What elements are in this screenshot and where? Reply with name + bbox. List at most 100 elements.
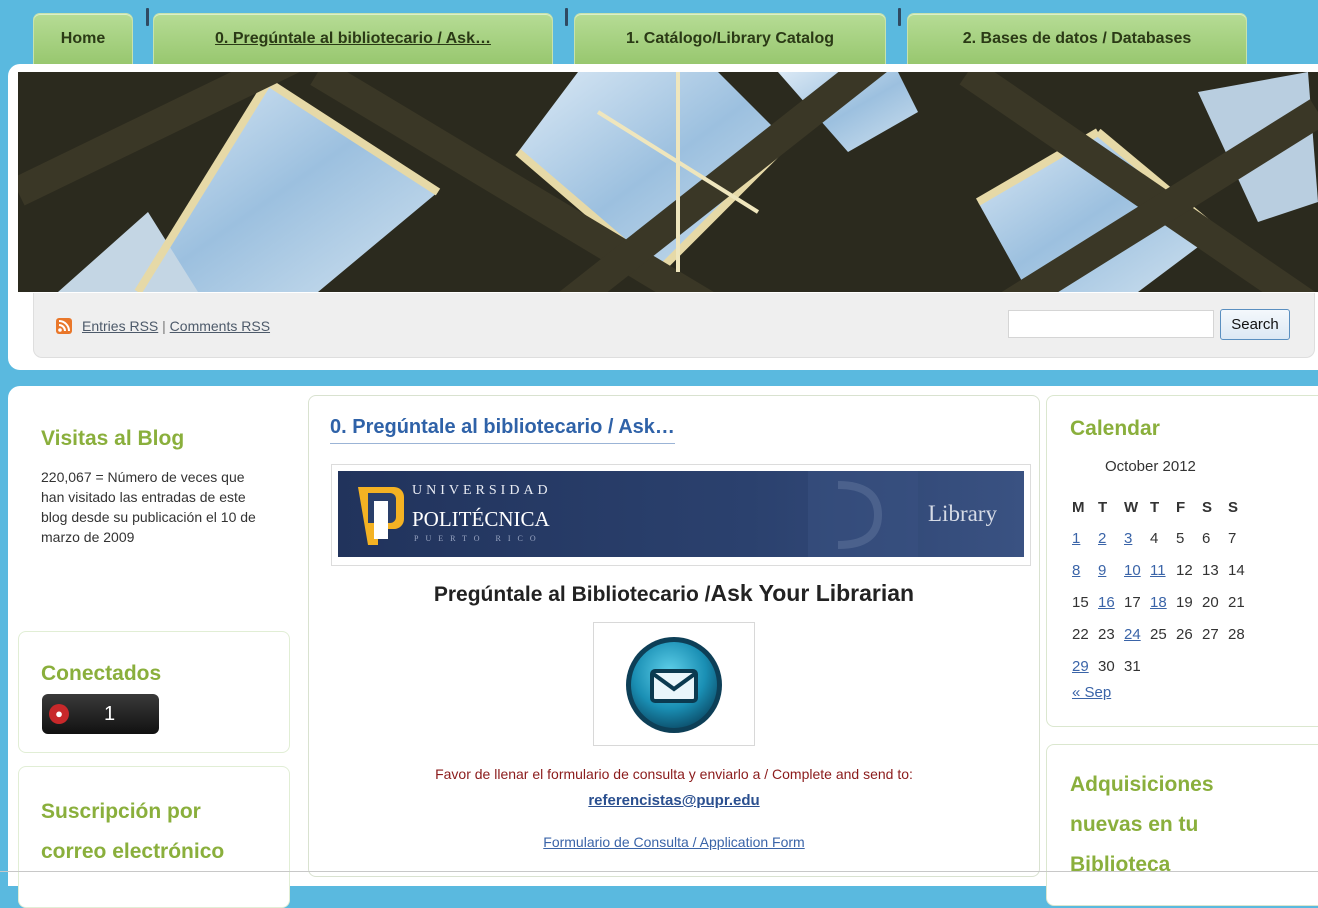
rss-feed-icon — [56, 318, 72, 334]
calendar-prev-month-link[interactable]: « Sep — [1072, 684, 1111, 701]
calendar-day: 25 — [1150, 625, 1167, 643]
calendar-weekday: S — [1202, 498, 1213, 516]
calendar-day[interactable]: 18 — [1150, 586, 1176, 618]
search-button[interactable]: Search — [1220, 309, 1290, 340]
calendar-prev-wrapper: « Sep — [1072, 684, 1111, 701]
calendar-day: 4 — [1150, 529, 1159, 547]
calendar-day[interactable]: 16 — [1098, 586, 1124, 618]
acquisitions-widget: Adquisiciones nuevas en tu Biblioteca — [1046, 744, 1318, 906]
logo-word-puerto-rico: PUERTO RICO — [414, 534, 543, 543]
acquisitions-widget-title[interactable]: Adquisiciones nuevas en tu Biblioteca — [1070, 765, 1270, 885]
calendar-day: 26 — [1176, 625, 1193, 643]
calendar-day: 6 — [1202, 529, 1211, 547]
logo-word-library: Library — [928, 501, 997, 526]
calendar-weekday: F — [1176, 498, 1186, 516]
tab-databases-label: 2. Bases de datos / Databases — [962, 30, 1192, 47]
header-panel: Entries RSS | Comments RSS Search — [8, 64, 1318, 370]
calendar-week-row: 1 2 3 4567 — [1072, 522, 1254, 554]
calendar-day: 19 — [1176, 593, 1193, 611]
calendar-body: 1 2 3 4 5 6 7 8 9 10 11 12 13 14 15 16 17 18 19 20 21 22 23 24 2… — [1072, 522, 1254, 682]
bottom-divider — [0, 871, 1318, 872]
tab-library-catalog[interactable]: 1. Catálogo/Library Catalog — [574, 13, 886, 64]
post-title[interactable]: 0. Pregúntale al bibliotecario / Ask… — [330, 416, 675, 444]
calendar-day[interactable]: 2 — [1098, 522, 1124, 554]
calendar-day: 28 — [1228, 625, 1245, 643]
ask-heading-english: Ask Your Librarian — [710, 580, 915, 606]
calendar-day-link[interactable]: 10 — [1124, 562, 1141, 579]
rss-separator: | — [162, 318, 166, 334]
calendar-week-row: 15 16 17 18 19 20 21 — [1072, 586, 1254, 618]
online-widget-title: Conectados — [41, 662, 162, 685]
entries-rss-link[interactable]: Entries RSS — [82, 318, 158, 334]
calendar-widget-title: Calendar — [1070, 417, 1160, 440]
calendar-day-link[interactable]: 3 — [1124, 530, 1132, 547]
mail-image-frame[interactable] — [593, 622, 755, 746]
calendar-day[interactable]: 8 — [1072, 554, 1098, 586]
envelope-icon — [626, 637, 722, 733]
tab-home-label: Home — [60, 30, 106, 47]
calendar-day: 17 — [1124, 593, 1141, 611]
calendar-day: 15 — [1072, 593, 1089, 611]
calendar-day: 23 — [1098, 625, 1115, 643]
calendar-day-link[interactable]: 29 — [1072, 658, 1089, 675]
application-form-link[interactable]: Formulario de Consulta / Application For… — [543, 834, 804, 850]
calendar-weekday-row: MTWTFSS — [1072, 492, 1254, 522]
calendar-day-link[interactable]: 24 — [1124, 626, 1141, 643]
calendar-week-row: 22 23 24 25 26 27 28 — [1072, 618, 1254, 650]
calendar-day[interactable]: 9 — [1098, 554, 1124, 586]
calendar-day: 20 — [1202, 593, 1219, 611]
calendar-day-link[interactable]: 1 — [1072, 530, 1080, 547]
post-card: 0. Pregúntale al bibliotecario / Ask… UN… — [308, 395, 1040, 877]
reference-email-link[interactable]: referencistas@pupr.edu — [588, 792, 759, 809]
online-person-icon: ● — [49, 704, 69, 724]
calendar-day: 30 — [1098, 657, 1115, 675]
calendar-day-link[interactable]: 18 — [1150, 594, 1167, 611]
calendar-day: 13 — [1202, 561, 1219, 579]
calendar-month: October 2012 — [1105, 458, 1196, 475]
calendar-day: 7 — [1228, 529, 1237, 547]
calendar-day: 14 — [1228, 561, 1245, 579]
calendar-week-row: 29 30 31 — [1072, 650, 1254, 682]
logo-word-politecnica: POLITÉCNICA — [412, 507, 550, 531]
tab-home[interactable]: Home — [33, 13, 133, 64]
calendar-weekday: T — [1098, 498, 1108, 516]
consult-instructions: Favor de llenar el formulario de consult… — [435, 766, 913, 782]
calendar-day[interactable]: 24 — [1124, 618, 1150, 650]
calendar-day: 22 — [1072, 625, 1089, 643]
form-link-wrapper: Formulario de Consulta / Application For… — [309, 834, 1039, 850]
header-banner-image — [18, 72, 1318, 292]
calendar-day-link[interactable]: 11 — [1150, 562, 1166, 579]
visits-text: 220,067 = Número de veces que han visita… — [41, 469, 256, 545]
calendar-day-link[interactable]: 9 — [1098, 562, 1106, 579]
online-count: 1 — [104, 703, 116, 725]
visits-widget-title: Visitas al Blog — [41, 427, 185, 450]
calendar-day: 5 — [1176, 529, 1185, 547]
ask-librarian-heading: Pregúntale al Bibliotecario /Ask Your Li… — [309, 580, 1039, 607]
logo-word-universidad: UNIVERSIDAD — [412, 483, 552, 498]
tab-library-catalog-label: 1. Catálogo/Library Catalog — [625, 30, 835, 47]
upr-logo-banner: UNIVERSIDAD POLITÉCNICA PUERTO RICO Libr… — [338, 471, 1024, 557]
calendar-day[interactable]: 1 — [1072, 522, 1098, 554]
tab-ask-librarian[interactable]: 0. Pregúntale al bibliotecario / Ask… — [153, 13, 553, 64]
calendar-weekday: S — [1228, 498, 1239, 516]
calendar-day: 21 — [1228, 593, 1245, 611]
tab-divider — [565, 8, 568, 26]
search-input[interactable] — [1008, 310, 1214, 338]
calendar-day[interactable]: 29 — [1072, 650, 1098, 682]
content-area: Visitas al Blog 220,067 = Número de vece… — [8, 386, 1318, 908]
calendar-day-link[interactable]: 16 — [1098, 594, 1115, 611]
comments-rss-link[interactable]: Comments RSS — [170, 318, 270, 334]
calendar-weekday: M — [1072, 498, 1085, 516]
rss-links: Entries RSS | Comments RSS — [82, 318, 270, 334]
skylight-illustration — [18, 72, 1318, 292]
calendar-day[interactable]: 11 — [1150, 554, 1176, 586]
ask-heading-spanish: Pregúntale al Bibliotecario / — [433, 583, 711, 606]
calendar-week-row: 8 9 10 11 12 13 14 — [1072, 554, 1254, 586]
tab-databases[interactable]: 2. Bases de datos / Databases — [907, 13, 1247, 64]
calendar-day-link[interactable]: 8 — [1072, 562, 1080, 579]
calendar-widget: Calendar October 2012 MTWTFSS 1234567891… — [1046, 395, 1318, 727]
tab-divider — [898, 8, 901, 26]
calendar-day[interactable]: 10 — [1124, 554, 1150, 586]
calendar-day-link[interactable]: 2 — [1098, 530, 1106, 547]
calendar-day[interactable]: 3 — [1124, 522, 1150, 554]
